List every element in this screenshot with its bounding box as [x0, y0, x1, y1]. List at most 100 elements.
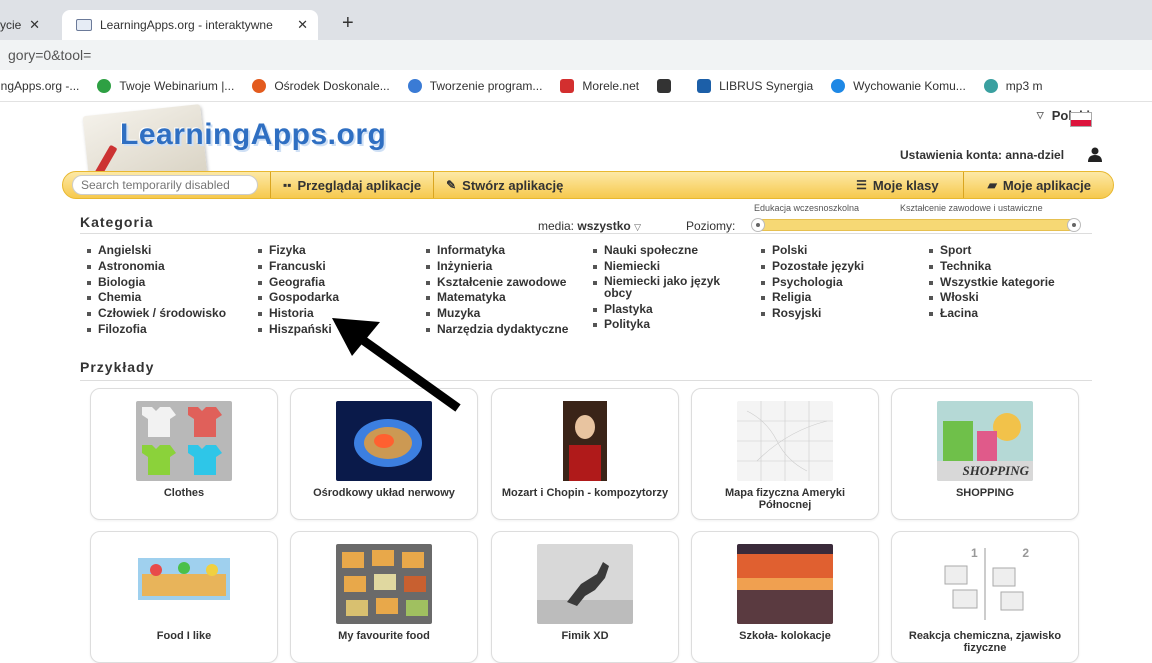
reaction-step-number: 2	[1022, 546, 1029, 560]
browser-tab-active[interactable]: LearningApps.org - interaktywne ✕	[62, 10, 318, 40]
category-link[interactable]: Niemiecki	[592, 259, 732, 275]
url-text[interactable]: gory=0&tool=	[8, 47, 91, 63]
category-link[interactable]: Wszystkie kategorie	[928, 275, 1055, 291]
category-link[interactable]: Plastyka	[592, 302, 732, 318]
map-thumb	[737, 401, 833, 481]
category-link[interactable]: Człowiek / środowisko	[86, 306, 226, 322]
bookmark-item[interactable]: LIBRUS Synergia	[697, 78, 813, 93]
media-filter[interactable]: media: wszystko ▽	[538, 219, 641, 233]
slider-min-handle[interactable]	[751, 218, 765, 232]
nav-my-classes[interactable]: ☰ Moje klasy	[844, 172, 963, 198]
levels-slider[interactable]	[751, 218, 1081, 232]
nav-classes-label: Moje klasy	[872, 177, 939, 193]
account-settings-link[interactable]: Ustawienia konta: anna-dziel	[900, 148, 1064, 162]
category-header: Kategoria media: wszystko ▽ Poziomy: Edu…	[80, 202, 1092, 234]
folder-icon: ▰	[987, 178, 997, 192]
example-card-label[interactable]: Food I like	[99, 630, 269, 642]
example-card[interactable]: Szkoła- kolokacje	[691, 531, 879, 663]
search-input[interactable]	[72, 175, 258, 195]
example-card-label[interactable]: Fimik XD	[500, 630, 670, 642]
bookmark-item[interactable]: Morele.net	[560, 78, 640, 93]
bookmark-item[interactable]: mp3 m	[983, 78, 1043, 93]
bookmark-item[interactable]: Wychowanie Komu...	[831, 78, 966, 93]
level-min-label: Edukacja wczesnoszkolna	[754, 203, 860, 213]
category-link[interactable]: Matematyka	[425, 290, 568, 306]
close-icon[interactable]: ✕	[29, 17, 40, 33]
polish-flag-icon[interactable]	[1070, 112, 1092, 127]
category-link[interactable]: Łacina	[928, 306, 1055, 322]
category-link[interactable]: Francuski	[257, 259, 339, 275]
category-list: Angielski Astronomia Biologia Chemia Człowie…	[80, 243, 1092, 355]
shopping-sign-text: SHOPPING	[962, 463, 1029, 478]
category-link[interactable]: Polityka	[592, 317, 732, 333]
example-card-label[interactable]: My favourite food	[299, 630, 469, 642]
example-card-label[interactable]: Mozart i Chopin - kompozytorzy	[500, 487, 670, 499]
category-link[interactable]: Historia	[257, 306, 339, 322]
bookmark-item[interactable]: Ośrodek Doskonale...	[252, 78, 390, 93]
example-card-label[interactable]: Szkoła- kolokacje	[700, 630, 870, 642]
category-link[interactable]: Informatyka	[425, 243, 568, 259]
example-card[interactable]: Clothes	[90, 388, 278, 520]
slider-max-handle[interactable]	[1067, 218, 1081, 232]
reaction-step-number: 1	[971, 546, 978, 560]
new-tab-button[interactable]: +	[342, 12, 354, 35]
bookmark-item[interactable]: Tworzenie program...	[407, 78, 542, 93]
category-link[interactable]: Technika	[928, 259, 1055, 275]
learningapps-favicon-icon	[76, 19, 92, 31]
nav-create-label: Stwórz aplikację	[462, 177, 564, 193]
nav-browse-label: Przeglądaj aplikacje	[297, 177, 422, 193]
sunset-thumb	[737, 544, 833, 624]
category-link[interactable]: Kształcenie zawodowe	[425, 275, 568, 291]
category-link[interactable]: Polski	[760, 243, 864, 259]
example-card[interactable]: Food I like	[90, 531, 278, 663]
bookmark-label: mp3 m	[1005, 78, 1043, 93]
nav-create-app[interactable]: ✎ Stwórz aplikację	[433, 172, 575, 198]
category-link[interactable]: Religia	[760, 290, 864, 306]
example-card[interactable]: Mapa fizyczna Ameryki Północnej	[691, 388, 879, 520]
category-link[interactable]: Astronomia	[86, 259, 226, 275]
category-link[interactable]: Fizyka	[257, 243, 339, 259]
category-link[interactable]: Chemia	[86, 290, 226, 306]
close-icon[interactable]: ✕	[297, 17, 308, 33]
example-card-label[interactable]: Reakcja chemiczna, zjawisko fizyczne	[900, 630, 1070, 654]
category-link[interactable]: Pozostałe języki	[760, 259, 864, 275]
category-column: Fizyka Francuski Geografia Gospodarka Histor…	[257, 243, 339, 338]
list-icon: ☰	[856, 178, 867, 192]
main-navigation: ▪▪ Przeglądaj aplikacje ✎ Stwórz aplikac…	[62, 171, 1114, 199]
address-bar[interactable]: gory=0&tool=	[0, 40, 1152, 70]
example-card[interactable]: 1 2 Reakcja chemiczna, zjawisko fizyczne	[891, 531, 1079, 663]
example-card-label[interactable]: Ośrodkowy układ nerwowy	[299, 487, 469, 499]
category-link[interactable]: Geografia	[257, 275, 339, 291]
nav-my-apps[interactable]: ▰ Moje aplikacje	[962, 172, 1113, 198]
category-link[interactable]: Niemiecki jako język obcy	[592, 275, 732, 302]
browser-tab-previous[interactable]: ycie ✕	[0, 10, 62, 40]
example-card-label[interactable]: Mapa fizyczna Ameryki Północnej	[700, 487, 870, 511]
category-link[interactable]: Gospodarka	[257, 290, 339, 306]
category-link[interactable]: Hiszpański	[257, 322, 339, 338]
category-link[interactable]: Biologia	[86, 275, 226, 291]
category-link[interactable]: Rosyjski	[760, 306, 864, 322]
example-card[interactable]: SHOPPING SHOPPING	[891, 388, 1079, 520]
bookmark-item[interactable]: ingApps.org -...	[0, 79, 79, 93]
category-link[interactable]: Filozofia	[86, 322, 226, 338]
user-icon[interactable]	[1087, 146, 1103, 162]
nav-browse-apps[interactable]: ▪▪ Przeglądaj aplikacje	[270, 172, 433, 198]
example-card-label[interactable]: Clothes	[99, 487, 269, 499]
category-link[interactable]: Sport	[928, 243, 1055, 259]
bookmark-item[interactable]	[657, 78, 679, 93]
tab-label: ycie	[0, 18, 22, 32]
category-link[interactable]: Psychologia	[760, 275, 864, 291]
category-link[interactable]: Nauki społeczne	[592, 243, 732, 259]
category-link[interactable]: Włoski	[928, 290, 1055, 306]
logo-text: LearningApps.org	[120, 118, 387, 151]
example-card[interactable]: My favourite food	[290, 531, 478, 663]
category-link[interactable]: Angielski	[86, 243, 226, 259]
category-link[interactable]: Inżynieria	[425, 259, 568, 275]
bookmark-label: Morele.net	[582, 78, 640, 93]
example-card-label[interactable]: SHOPPING	[900, 487, 1070, 499]
bookmark-label: ingApps.org -...	[0, 78, 80, 93]
media-value: wszystko	[577, 219, 631, 233]
bookmark-item[interactable]: Twoje Webinarium |...	[97, 78, 234, 93]
example-card[interactable]: Mozart i Chopin - kompozytorzy	[491, 388, 679, 520]
example-card[interactable]: Fimik XD	[491, 531, 679, 663]
